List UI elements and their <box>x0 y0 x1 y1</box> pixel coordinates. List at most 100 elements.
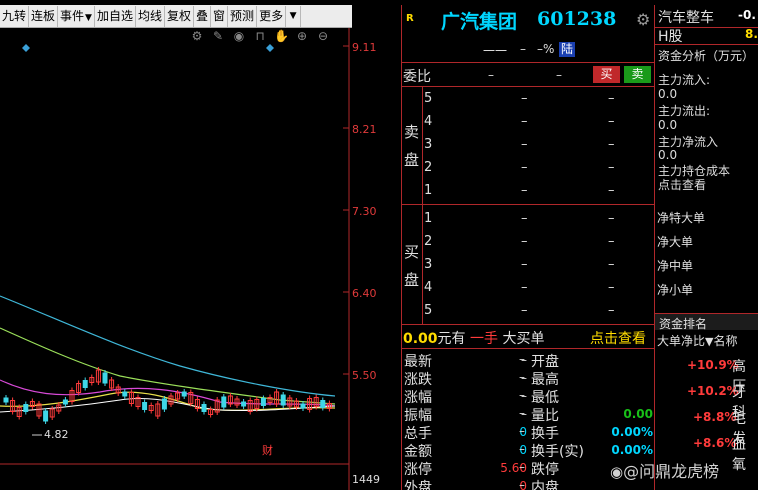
holding-cost-link[interactable]: 点击查看 <box>658 176 706 193</box>
quote-value: 0.00% <box>611 443 653 457</box>
buy-price: – <box>521 280 528 295</box>
buy-row[interactable]: 1 – – <box>403 209 653 231</box>
rank-pct: +8.8% <box>693 410 737 424</box>
change-pct: –% <box>537 42 555 56</box>
order-ratio-label: 委比 <box>403 69 431 85</box>
inflow-label: 主力流入: <box>658 73 711 87</box>
buy-row[interactable]: 2 – – <box>403 232 653 254</box>
order-diff-value: – <box>556 68 562 82</box>
rank-name[interactable]: 血氧 <box>732 434 758 474</box>
quote-dash: – <box>519 370 525 384</box>
volume-tick: 1449 <box>352 473 380 486</box>
sell-row[interactable]: 3 – – <box>403 135 653 157</box>
big-order-amount: 0.00 <box>403 331 438 347</box>
sell-row[interactable]: 2 – – <box>403 158 653 180</box>
quote-dash: – <box>519 460 525 474</box>
candle-body <box>82 380 88 388</box>
buy-price: – <box>521 234 528 249</box>
toolbar-fuquan[interactable]: 复权 <box>165 5 195 27</box>
toolbar-overlay[interactable]: 叠 <box>194 5 212 27</box>
price-axis-ticks <box>343 45 349 375</box>
sell-volume: – <box>608 91 615 106</box>
big-order-hand: 一手 <box>470 331 498 347</box>
buy-volume: – <box>608 280 615 295</box>
price-tick: 5.50 <box>352 369 377 382</box>
toolbar-ma[interactable]: 均线 <box>136 5 165 27</box>
price-dash: 一一 <box>483 44 508 58</box>
divider <box>401 324 654 325</box>
toolbar-jiuzhuan[interactable]: 九转 <box>0 5 30 27</box>
quote-label: 振幅 <box>404 408 432 424</box>
financial-report-marker[interactable]: 财 <box>262 442 273 458</box>
toolbar-lianban[interactable]: 连板 <box>29 5 59 27</box>
quote-dash: – <box>519 478 525 490</box>
sell-row[interactable]: 1 – – <box>403 181 653 203</box>
sell-level: 3 <box>424 137 433 152</box>
toolbar-more[interactable]: 更多 <box>257 5 287 27</box>
weibo-icon: ◉ <box>610 463 624 481</box>
candle-body <box>181 391 187 397</box>
divider <box>401 348 654 349</box>
ma-long-line <box>0 295 336 397</box>
sell-volume: – <box>608 160 615 175</box>
quote-label: 总手 <box>404 426 432 442</box>
outflow-value: 0.0 <box>658 118 678 132</box>
buy-volume: – <box>608 303 615 318</box>
buy-row[interactable]: 3 – – <box>403 255 653 277</box>
big-order-link[interactable]: 点击查看 <box>590 328 646 348</box>
rank-pct: +10.9% <box>687 358 739 372</box>
more-dropdown-icon[interactable]: ▼ <box>286 5 302 27</box>
quote-value: 0.00 <box>623 407 653 421</box>
sell-price: – <box>521 137 528 152</box>
chart-toolbar: 九转 连板 事件▼ 加自选 均线 复权 叠 窗 预测 更多 ▼ <box>0 5 352 28</box>
toolbar-forecast[interactable]: 预测 <box>228 5 258 27</box>
quote-label: 换手(实) <box>531 444 584 460</box>
candle-body <box>3 397 9 403</box>
ma-mid-line <box>0 327 336 405</box>
ranking-col-net[interactable]: 大单净比▼名称 <box>657 332 738 349</box>
buy-level: 3 <box>424 257 433 272</box>
quote-label: 最高 <box>531 372 559 388</box>
gear-icon[interactable]: ⚙ <box>636 10 650 29</box>
stock-code: 601238 <box>537 8 617 30</box>
candlesticks <box>3 367 332 424</box>
hshare-label: H股 <box>658 29 683 45</box>
change-dash: – <box>520 42 526 56</box>
candle-body <box>201 404 207 412</box>
price-tick: 9.11 <box>352 41 377 54</box>
candle-body <box>280 394 286 406</box>
toolbar-event[interactable]: 事件▼ <box>58 5 95 27</box>
chevron-down-icon: ▼ <box>85 12 92 23</box>
sell-price: – <box>521 114 528 129</box>
buy-level: 5 <box>424 303 433 318</box>
divider <box>401 62 654 63</box>
buy-volume: – <box>608 234 615 249</box>
price-tick: 6.40 <box>352 287 377 300</box>
sell-level: 2 <box>424 160 433 175</box>
sell-price: – <box>521 160 528 175</box>
sell-row[interactable]: 4 – – <box>403 112 653 134</box>
toolbar-add-watch[interactable]: 加自选 <box>95 5 136 27</box>
toolbar-window[interactable]: 窗 <box>211 5 229 27</box>
divider <box>401 5 402 490</box>
quote-label: 涨停 <box>404 462 432 478</box>
buy-volume: – <box>608 211 615 226</box>
quote-dash: – <box>519 388 525 402</box>
hshare-value: 8. <box>745 27 758 41</box>
buy-button[interactable]: 买 <box>593 66 620 83</box>
rank-pct: +10.2% <box>687 384 739 398</box>
buy-price: – <box>521 257 528 272</box>
candle-body <box>221 396 227 408</box>
quote-label: 最新 <box>404 354 432 370</box>
kline-chart[interactable] <box>0 28 400 490</box>
sell-price: – <box>521 91 528 106</box>
sell-button[interactable]: 卖 <box>624 66 651 83</box>
buy-row[interactable]: 4 – – <box>403 278 653 300</box>
sell-row[interactable]: 5 – – <box>403 89 653 111</box>
buy-row[interactable]: 5 – – <box>403 301 653 323</box>
buy-volume: – <box>608 257 615 272</box>
stock-badge: R <box>406 13 414 24</box>
ranking-col-name: 名称 <box>713 334 738 348</box>
quote-label: 最低 <box>531 390 559 406</box>
sector-name[interactable]: 汽车整车 <box>658 7 714 27</box>
